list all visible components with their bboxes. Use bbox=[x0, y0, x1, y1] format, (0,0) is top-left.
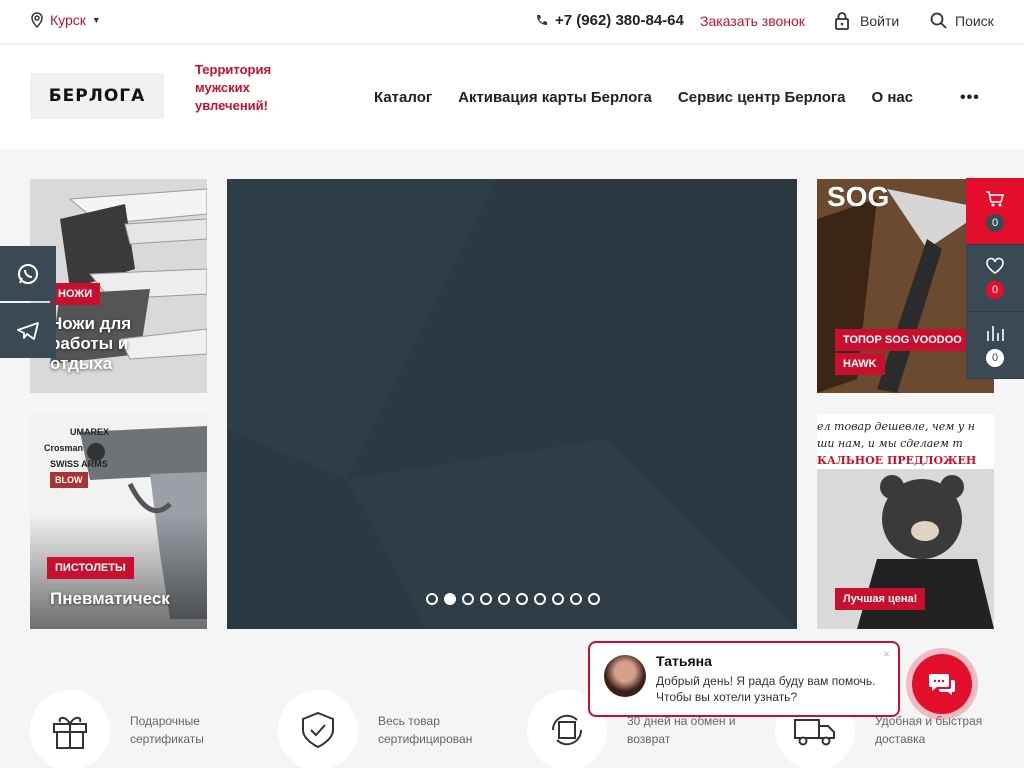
nav-more-button[interactable]: ••• bbox=[960, 89, 980, 107]
feature-gift: Подарочные сертификаты bbox=[30, 690, 240, 768]
tile-best-price[interactable]: ел товар дешевле, чем у н ши нам, и мы с… bbox=[817, 414, 994, 629]
avatar bbox=[604, 655, 646, 697]
social-buttons bbox=[0, 246, 56, 360]
slider-dot[interactable] bbox=[534, 593, 546, 605]
phone-icon bbox=[537, 14, 547, 25]
slider-dot[interactable] bbox=[588, 593, 600, 605]
chat-bubbles-icon bbox=[929, 674, 955, 695]
site-logo[interactable]: БЕРЛОГА bbox=[30, 73, 164, 119]
promo-line-2: ши нам, и мы сделаем т bbox=[817, 437, 963, 450]
slider-dot[interactable] bbox=[480, 593, 492, 605]
chat-open-button[interactable] bbox=[912, 654, 972, 714]
slogan: Территория мужских увлечений! bbox=[195, 62, 272, 113]
city-label: Курск bbox=[50, 12, 86, 28]
login-button[interactable]: Войти bbox=[834, 12, 899, 30]
phone-label: +7 (962) 380-84-64 bbox=[555, 12, 684, 29]
brand-umarex: UMAREX bbox=[70, 427, 110, 437]
logo-text: БЕРЛОГА bbox=[48, 86, 146, 106]
compare-count: 0 bbox=[986, 349, 1004, 367]
search-icon bbox=[930, 12, 947, 29]
close-icon[interactable]: × bbox=[883, 647, 890, 661]
feature-text: Удобная и быстрая доставка bbox=[875, 714, 983, 746]
nav-item-card-activation[interactable]: Активация карты Берлога bbox=[458, 89, 652, 106]
nav-item-service-center[interactable]: Сервис центр Берлога bbox=[678, 89, 846, 106]
truck-icon bbox=[794, 719, 835, 746]
tile-title-pistols: Пневматическ bbox=[50, 589, 170, 608]
telegram-button[interactable] bbox=[0, 303, 56, 358]
main-nav: Каталог Активация карты Берлога Сервис ц… bbox=[374, 89, 913, 106]
promo-line-1: ел товар дешевле, чем у н bbox=[817, 420, 975, 433]
compare-icon bbox=[987, 326, 1004, 341]
brand-blow: BLOW bbox=[50, 472, 88, 488]
slider-dot[interactable] bbox=[426, 593, 438, 605]
feature-certified: Весь товар сертифицирован bbox=[278, 690, 488, 768]
slider-background bbox=[227, 179, 797, 629]
promo-text: ел товар дешевле, чем у н ши нам, и мы с… bbox=[817, 418, 994, 469]
callback-link[interactable]: Заказать звонок bbox=[700, 13, 805, 29]
feature-text: Подарочные сертификаты bbox=[130, 714, 204, 746]
search-label: Поиск bbox=[955, 12, 994, 29]
promo-line-3: КАЛЬНОЕ ПРЕДЛОЖЕН bbox=[817, 454, 977, 467]
nav-item-about[interactable]: О нас bbox=[872, 89, 914, 106]
right-rail: 0 0 0 bbox=[966, 178, 1024, 379]
tile-title-knives: Ножи для работы и отдыха bbox=[50, 314, 132, 373]
slider-dot[interactable] bbox=[444, 593, 456, 605]
main-header: БЕРЛОГА Территория мужских увлечений! Ка… bbox=[0, 45, 1024, 149]
city-selector[interactable]: Курск ▼ bbox=[30, 12, 101, 28]
tile-tag-best-price: Лучшая цена! bbox=[835, 588, 926, 610]
gift-icon bbox=[53, 716, 87, 749]
top-bar: Курск ▼ +7 (962) 380-84-64 Заказать звон… bbox=[0, 0, 1024, 44]
slider-dot[interactable] bbox=[570, 593, 582, 605]
feature-text: Весь товар сертифицирован bbox=[378, 714, 473, 746]
slider-dot[interactable] bbox=[498, 593, 510, 605]
slider-dot[interactable] bbox=[516, 593, 528, 605]
tile-tag-sog-2: Hawk bbox=[835, 353, 885, 375]
tile-pistols[interactable]: UMAREX Crosman SWISS ARMS BLOW Пистолеты… bbox=[30, 414, 207, 629]
tile-tag-knives: Ножи bbox=[50, 283, 101, 305]
chat-message: Добрый день! Я рада буду вам помочь. Что… bbox=[656, 674, 876, 704]
slider-dot[interactable] bbox=[552, 593, 564, 605]
compare-button[interactable]: 0 bbox=[966, 312, 1024, 379]
telegram-icon bbox=[17, 321, 39, 340]
heart-icon bbox=[986, 257, 1004, 274]
whatsapp-icon bbox=[18, 263, 38, 284]
cart-count: 0 bbox=[986, 214, 1004, 232]
location-pin-icon bbox=[31, 12, 43, 28]
slider-dot[interactable] bbox=[462, 593, 474, 605]
login-label: Войти bbox=[860, 13, 900, 29]
sog-brand: SOG bbox=[827, 181, 890, 212]
phone-number[interactable]: +7 (962) 380-84-64 bbox=[535, 12, 684, 29]
feature-text: 30 дней на обмен и возврат bbox=[627, 714, 736, 746]
nav-item-catalog[interactable]: Каталог bbox=[374, 89, 432, 106]
slider-dots bbox=[426, 593, 600, 605]
lock-icon bbox=[835, 12, 849, 30]
cart-button[interactable]: 0 bbox=[966, 178, 1024, 245]
tile-knives[interactable]: Ножи Ножи для работы и отдыха bbox=[30, 179, 207, 393]
chat-popup[interactable]: Татьяна Добрый день! Я рада буду вам пом… bbox=[588, 641, 900, 717]
hero-slider[interactable] bbox=[227, 179, 797, 629]
brand-crosman: Crosman bbox=[44, 443, 84, 453]
brand-swiss-arms: SWISS ARMS bbox=[50, 459, 108, 469]
tile-tag-sog-1: Топор SOG Voodoo bbox=[835, 329, 970, 351]
favorites-count: 0 bbox=[986, 281, 1004, 299]
favorites-button[interactable]: 0 bbox=[966, 245, 1024, 312]
chevron-down-icon: ▼ bbox=[91, 15, 101, 25]
cart-icon bbox=[986, 191, 1005, 207]
tile-tag-pistols: Пистолеты bbox=[47, 557, 134, 579]
feature-circle bbox=[278, 690, 358, 768]
brand-list: UMAREX Crosman SWISS ARMS BLOW bbox=[30, 424, 109, 488]
whatsapp-button[interactable] bbox=[0, 246, 56, 301]
return-box-icon bbox=[551, 714, 583, 746]
shield-check-icon bbox=[302, 711, 334, 749]
search-button[interactable]: Поиск bbox=[930, 12, 994, 29]
feature-circle bbox=[30, 690, 110, 768]
chat-agent-name: Татьяна bbox=[656, 653, 712, 669]
